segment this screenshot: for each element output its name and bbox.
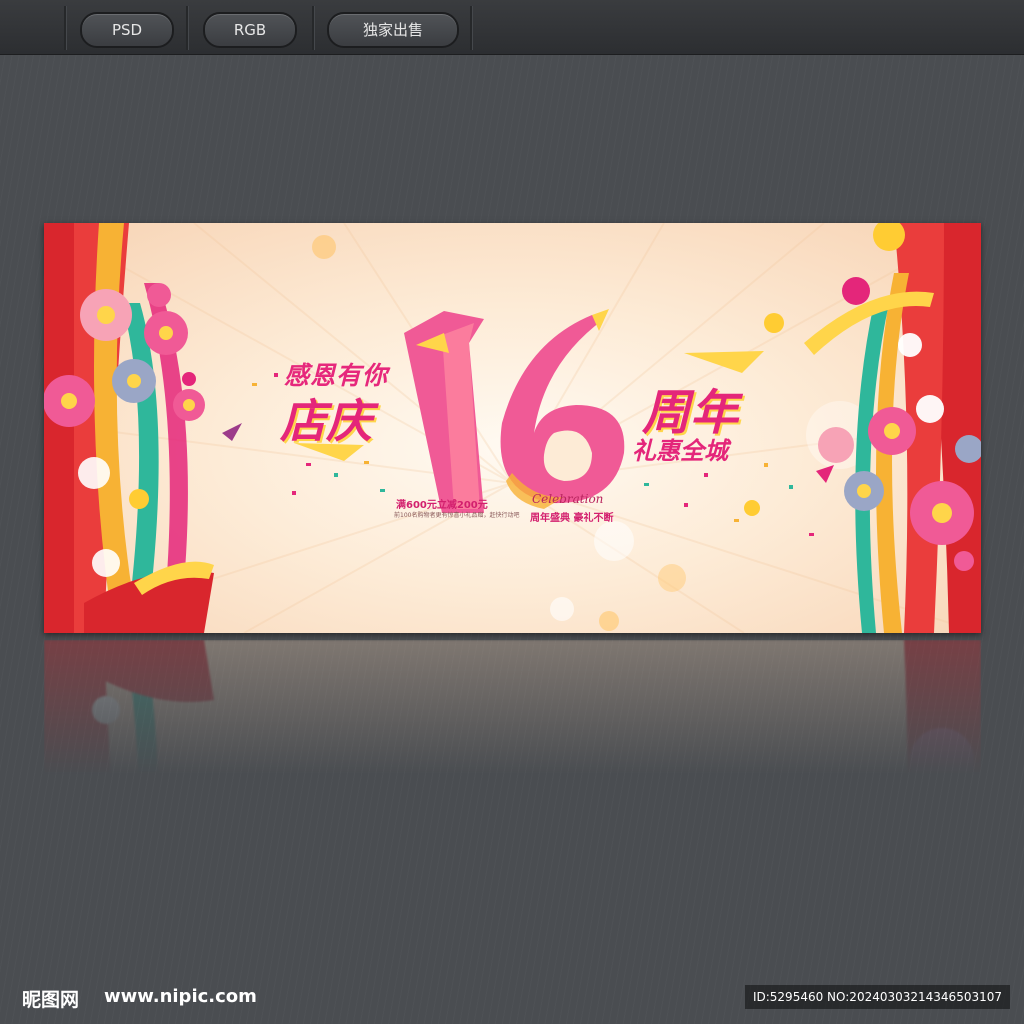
- banner-artwork: [44, 223, 981, 633]
- toolbar-divider: [64, 6, 66, 50]
- psd-format-button[interactable]: PSD: [80, 12, 174, 48]
- rgb-mode-button[interactable]: RGB: [203, 12, 297, 48]
- celebration-label: Celebration: [532, 492, 604, 506]
- site-logo: 昵图网: [22, 989, 80, 1011]
- promo-text: 满600元立减200元: [396, 500, 488, 511]
- toolbar-divider: [186, 6, 188, 50]
- promo-small-text: 前100名购物者更有惊喜小礼品赠，赶快行动吧: [394, 512, 520, 519]
- store-celebration-heading: 店庆: [280, 394, 372, 448]
- banner-reflection: [44, 640, 981, 790]
- toolbar-divider: [470, 6, 472, 50]
- toolbar-divider: [312, 6, 314, 50]
- banner-preview: 感恩有你 店庆 周年 礼惠全城 满600元立减200元 前100名购物者更有惊喜…: [44, 223, 981, 633]
- image-id-label: ID:5295460 NO:20240303214346503107: [744, 985, 1010, 1009]
- gift-subheading: 礼惠全城: [632, 437, 728, 465]
- top-toolbar: PSD RGB 独家出售: [0, 0, 1024, 55]
- site-url-link[interactable]: www.nipic.com: [104, 986, 257, 1007]
- exclusive-sale-button[interactable]: 独家出售: [327, 12, 459, 48]
- reflection-artwork: [44, 640, 981, 790]
- celebration-subtext: 周年盛典 豪礼不断: [530, 513, 614, 524]
